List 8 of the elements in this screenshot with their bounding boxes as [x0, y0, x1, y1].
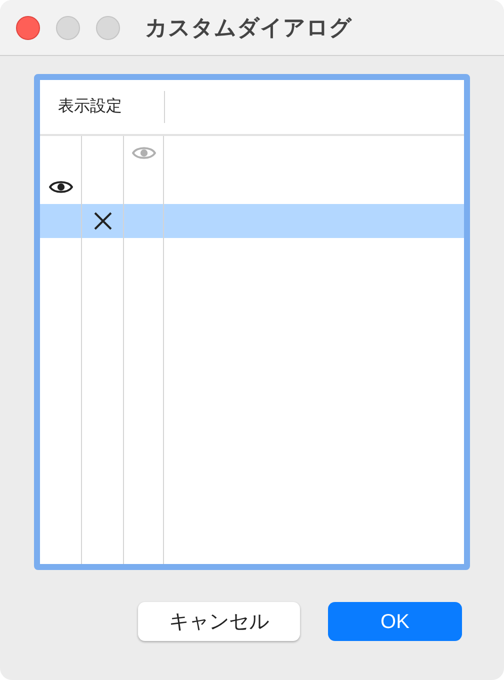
zoom-button[interactable] [96, 16, 120, 40]
ok-button[interactable]: OK [328, 602, 462, 641]
window-title: カスタムダイアログ [145, 14, 352, 42]
close-button[interactable] [16, 16, 40, 40]
column-header[interactable]: 表示設定 [58, 95, 122, 119]
table-row[interactable] [40, 204, 464, 238]
cancel-button[interactable]: キャンセル [138, 602, 300, 641]
minimize-button[interactable] [56, 16, 80, 40]
